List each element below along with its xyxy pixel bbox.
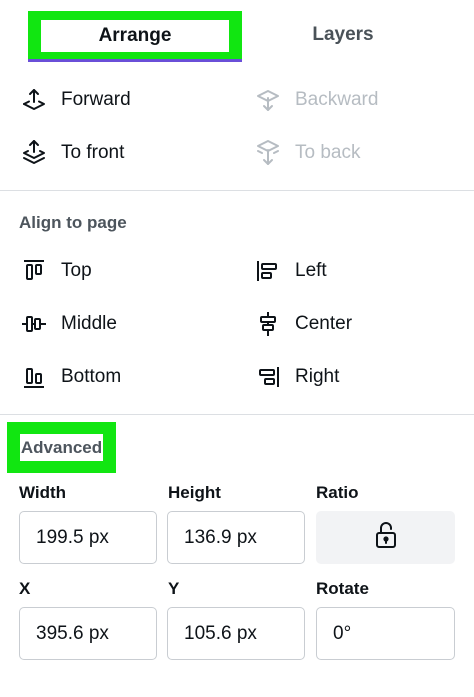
width-label: Width — [19, 483, 67, 502]
forward-icon — [19, 85, 49, 115]
divider — [0, 414, 474, 415]
align-right-icon — [253, 362, 283, 392]
to-front-icon — [19, 138, 49, 168]
align-top-label: Top — [61, 260, 92, 281]
ratio-label: Ratio — [316, 483, 359, 502]
height-label: Height — [168, 483, 221, 502]
forward-label: Forward — [61, 89, 131, 110]
to-back-icon — [253, 138, 283, 168]
align-top-icon — [19, 256, 49, 286]
y-label: Y — [168, 579, 180, 598]
advanced-section-label: Advanced — [20, 434, 103, 461]
x-input[interactable]: 395.6 px — [19, 607, 157, 660]
height-input[interactable]: 136.9 px — [167, 511, 305, 564]
align-left-label: Left — [295, 260, 327, 281]
align-bottom-label: Bottom — [61, 366, 122, 387]
backward-label: Backward — [295, 89, 379, 110]
align-top-button[interactable]: Top — [19, 253, 92, 289]
x-label: X — [19, 579, 31, 598]
align-right-button[interactable]: Right — [253, 359, 339, 395]
y-input[interactable]: 105.6 px — [167, 607, 305, 660]
forward-button[interactable]: Forward — [19, 82, 131, 118]
ratio-lock-button[interactable] — [316, 511, 455, 564]
backward-button[interactable]: Backward — [253, 82, 378, 118]
tab-bar: Arrange Layers — [0, 0, 474, 62]
tab-layers[interactable]: Layers — [260, 11, 426, 59]
align-middle-label: Middle — [61, 313, 117, 334]
to-front-label: To front — [61, 142, 125, 163]
rotate-input[interactable]: 0° — [316, 607, 455, 660]
rotate-label: Rotate — [316, 579, 369, 598]
advanced-highlight: Advanced — [7, 422, 116, 473]
align-left-button[interactable]: Left — [253, 253, 327, 289]
tab-arrange-label: Arrange — [41, 20, 229, 52]
align-middle-icon — [19, 309, 49, 339]
align-section-label: Align to page — [19, 213, 127, 232]
width-input[interactable]: 199.5 px — [19, 511, 157, 564]
align-middle-button[interactable]: Middle — [19, 306, 117, 342]
align-bottom-icon — [19, 362, 49, 392]
tab-arrange[interactable]: Arrange — [28, 11, 242, 61]
align-center-icon — [253, 309, 283, 339]
align-center-label: Center — [295, 313, 353, 334]
active-tab-underline — [28, 59, 242, 62]
align-left-icon — [253, 256, 283, 286]
to-back-label: To back — [295, 142, 361, 163]
align-bottom-button[interactable]: Bottom — [19, 359, 121, 395]
lock-open-icon — [374, 520, 398, 555]
align-center-button[interactable]: Center — [253, 306, 352, 342]
divider — [0, 190, 474, 191]
to-front-button[interactable]: To front — [19, 135, 124, 171]
align-right-label: Right — [295, 366, 340, 387]
to-back-button[interactable]: To back — [253, 135, 360, 171]
backward-icon — [253, 85, 283, 115]
